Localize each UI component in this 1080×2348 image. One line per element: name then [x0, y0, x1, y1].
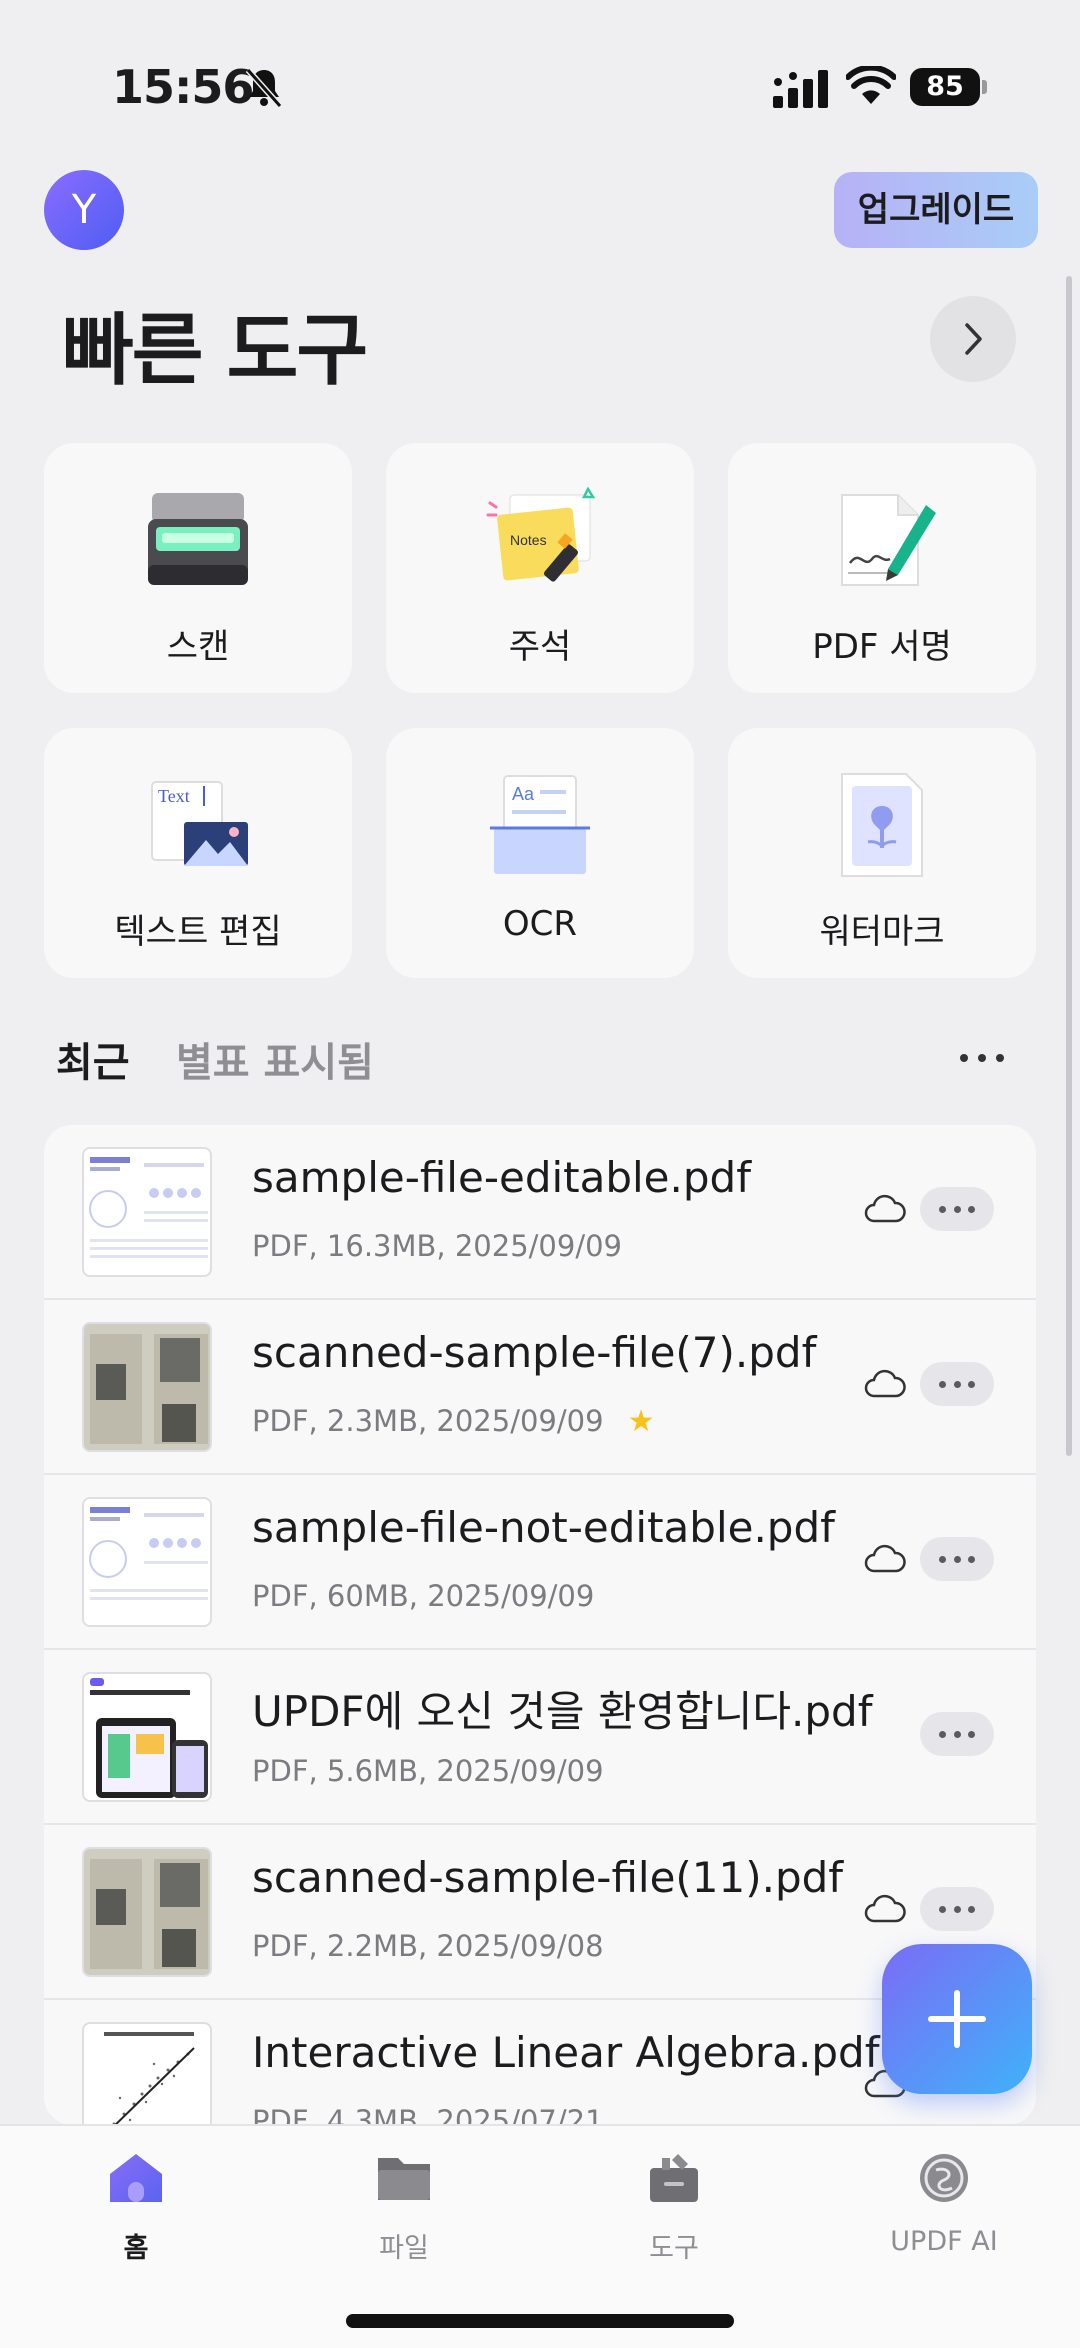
cloud-icon[interactable] [864, 1891, 906, 1925]
file-thumbnail [82, 2022, 212, 2125]
file-row[interactable]: scanned-sample-file(7).pdf PDF, 2.3MB, 2… [44, 1300, 1036, 1475]
file-thumbnail [82, 1847, 212, 1977]
tab-recent[interactable]: 최근 [56, 1030, 130, 1088]
tool-label: PDF 서명 [812, 627, 952, 667]
tab-home-label: 홈 [123, 2233, 149, 2264]
file-more-button[interactable] [920, 1887, 994, 1931]
cloud-icon[interactable] [864, 1541, 906, 1575]
file-meta: PDF, 2.3MB, 2025/09/09 ★ [252, 1404, 654, 1439]
tool-label: 스캔 [166, 627, 230, 667]
chevron-right-icon [965, 323, 982, 355]
file-more-button[interactable] [920, 1362, 994, 1406]
tool-ocr[interactable]: Aa OCR [386, 728, 694, 978]
tab-starred[interactable]: 별표 표시됨 [176, 1030, 374, 1088]
tab-files-label: 파일 [379, 2233, 429, 2264]
tool-label: 텍스트 편집 [114, 912, 282, 952]
file-name: sample-file-not-editable.pdf [252, 1503, 835, 1552]
plus-icon [928, 1990, 986, 2048]
list-more-button[interactable] [960, 1046, 1004, 1070]
file-name: sample-file-editable.pdf [252, 1153, 751, 1202]
svg-text:Text: Text [158, 786, 190, 806]
tab-files[interactable]: 파일 [304, 2150, 504, 2265]
file-row[interactable]: sample-file-editable.pdf PDF, 16.3MB, 20… [44, 1125, 1036, 1300]
file-more-button[interactable] [920, 1537, 994, 1581]
file-meta: PDF, 4.3MB, 2025/07/21 [252, 2104, 604, 2125]
bell-muted-icon [245, 68, 283, 108]
file-name: scanned-sample-file(7).pdf [252, 1328, 817, 1377]
scrollbar[interactable] [1066, 276, 1072, 1456]
edit-text-icon: Text [151, 781, 248, 866]
cloud-icon[interactable] [864, 1191, 906, 1225]
status-time: 15:56 [112, 60, 254, 114]
signature-icon [841, 494, 936, 586]
file-thumbnail [82, 1497, 212, 1627]
svg-text:Notes: Notes [510, 532, 547, 548]
file-meta: PDF, 2.2MB, 2025/09/08 [252, 1929, 604, 1963]
avatar[interactable]: Y [44, 170, 124, 250]
upgrade-button[interactable]: 업그레이드 [834, 172, 1038, 248]
tool-label: 주석 [508, 627, 572, 667]
watermark-icon [841, 773, 923, 877]
home-icon [110, 2154, 162, 2202]
quick-tools-more-button[interactable] [930, 296, 1016, 382]
file-row[interactable]: UPDF에 오신 것을 환영합니다.pdf PDF, 5.6MB, 2025/0… [44, 1650, 1036, 1825]
tab-updf-ai-label: UPDF AI [890, 2226, 998, 2257]
add-file-button[interactable] [882, 1944, 1032, 2094]
file-meta: PDF, 5.6MB, 2025/09/09 [252, 1754, 604, 1788]
file-name: Interactive Linear Algebra.pdf [252, 2028, 880, 2077]
scanner-icon [148, 493, 248, 585]
battery-level: 85 [910, 68, 980, 106]
ocr-icon: Aa [490, 775, 590, 874]
wifi-icon [846, 66, 896, 104]
battery-icon: 85 [910, 68, 987, 108]
tool-scan[interactable]: 스캔 [44, 443, 352, 693]
status-bar: 15:56 85 [0, 0, 1080, 150]
tool-label: OCR [502, 904, 578, 944]
cellular-signal-icon [773, 70, 828, 108]
cloud-icon[interactable] [864, 1366, 906, 1400]
tool-label: 워터마크 [819, 912, 945, 952]
file-meta: PDF, 60MB, 2025/09/09 [252, 1579, 595, 1613]
notes-icon: Notes [486, 486, 596, 582]
bottom-tab-bar: 홈 파일 도구 UPDF AI [0, 2124, 1080, 2348]
quick-tools-title: 빠른 도구 [62, 306, 368, 396]
file-meta-text: PDF, 2.3MB, 2025/09/09 [252, 1404, 604, 1438]
file-meta: PDF, 16.3MB, 2025/09/09 [252, 1229, 623, 1263]
folder-icon [378, 2158, 430, 2200]
tab-home[interactable]: 홈 [36, 2150, 236, 2265]
file-thumbnail [82, 1322, 212, 1452]
tool-edit-text[interactable]: Text 텍스트 편집 [44, 728, 352, 978]
file-name: UPDF에 오신 것을 환영합니다.pdf [252, 1687, 873, 1736]
file-thumbnail [82, 1147, 212, 1277]
star-icon: ★ [627, 1404, 655, 1439]
tab-tools[interactable]: 도구 [574, 2150, 774, 2265]
toolbox-icon [650, 2154, 698, 2202]
tab-updf-ai[interactable]: UPDF AI [844, 2150, 1044, 2257]
tab-tools-label: 도구 [649, 2233, 699, 2264]
tool-pdf-sign[interactable]: PDF 서명 [728, 443, 1036, 693]
file-more-button[interactable] [920, 1712, 994, 1756]
file-thumbnail [82, 1672, 212, 1802]
file-more-button[interactable] [920, 1187, 994, 1231]
file-row[interactable]: sample-file-not-editable.pdf PDF, 60MB, … [44, 1475, 1036, 1650]
tool-annotate[interactable]: Notes 주석 [386, 443, 694, 693]
ai-icon [920, 2154, 968, 2202]
file-name: scanned-sample-file(11).pdf [252, 1853, 844, 1902]
tool-watermark[interactable]: 워터마크 [728, 728, 1036, 978]
home-indicator [346, 2314, 734, 2328]
svg-text:Aa: Aa [512, 784, 535, 804]
